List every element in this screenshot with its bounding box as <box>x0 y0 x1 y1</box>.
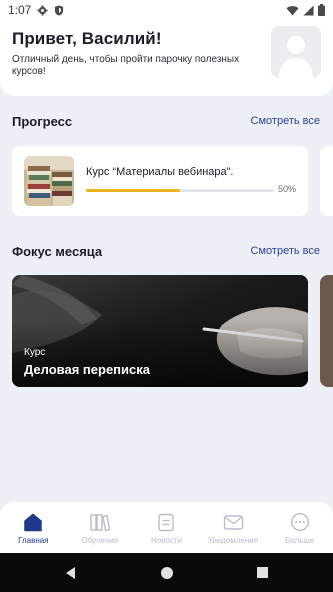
greeting-header: Привет, Василий! Отличный день, чтобы пр… <box>0 20 333 96</box>
nav-item-news[interactable]: Новости <box>133 502 200 553</box>
back-icon[interactable] <box>64 566 78 580</box>
progress-see-all-link[interactable]: Смотреть все <box>251 115 320 127</box>
nav-label-more: Больше <box>285 536 315 545</box>
battery-icon <box>318 4 325 16</box>
nav-item-learning[interactable]: Обучение <box>67 502 134 553</box>
mail-icon <box>223 514 243 530</box>
home-icon <box>24 513 43 531</box>
news-icon <box>158 513 175 531</box>
focus-course-name: Деловая переписка <box>24 362 150 377</box>
nav-label-home: Главная <box>18 536 49 545</box>
recents-icon[interactable] <box>256 566 269 579</box>
more-icon <box>290 512 309 532</box>
next-focus-card[interactable] <box>320 275 333 387</box>
wifi-icon <box>286 5 299 16</box>
focus-section-title: Фокус месяца <box>12 244 103 259</box>
progress-section-title: Прогресс <box>12 114 73 129</box>
course-progress-bar <box>86 189 274 192</box>
nav-label-news: Новости <box>151 536 182 545</box>
focus-see-all-link[interactable]: Смотреть все <box>251 245 320 257</box>
nav-label-notifications: Уведомления <box>208 536 259 545</box>
signal-icon <box>303 4 314 16</box>
course-name: Курс “Материалы вебинара”. <box>86 166 234 178</box>
focus-course-card[interactable]: Курс Деловая переписка <box>12 275 308 387</box>
bottom-navigation: Главная Обучение Новости Уведомления Бол… <box>0 502 333 553</box>
user-placeholder-icon <box>271 26 321 78</box>
status-bar: 1:07 <box>0 0 333 20</box>
gear-icon <box>37 4 48 16</box>
nav-label-learning: Обучение <box>81 536 119 545</box>
greeting-subtitle: Отличный день, чтобы пройти парочку поле… <box>12 54 240 77</box>
focus-course-kind: Курс <box>24 347 46 358</box>
nav-item-more[interactable]: Больше <box>266 502 333 553</box>
progress-course-card[interactable]: Курс “Материалы вебинара”. 50% <box>12 146 308 216</box>
status-time: 1:07 <box>8 3 32 17</box>
course-thumbnail <box>24 156 74 206</box>
nav-item-notifications[interactable]: Уведомления <box>200 502 267 553</box>
course-progress-percent: 50% <box>277 184 296 194</box>
next-progress-card[interactable] <box>320 146 333 216</box>
shield-icon <box>55 4 64 16</box>
avatar[interactable] <box>271 26 321 78</box>
home-circle-icon[interactable] <box>160 566 174 580</box>
system-navigation-bar <box>0 553 333 592</box>
books-icon <box>90 513 111 531</box>
nav-item-home[interactable]: Главная <box>0 502 67 553</box>
course-progress-fill <box>86 189 180 192</box>
greeting-title: Привет, Василий! <box>12 29 162 48</box>
